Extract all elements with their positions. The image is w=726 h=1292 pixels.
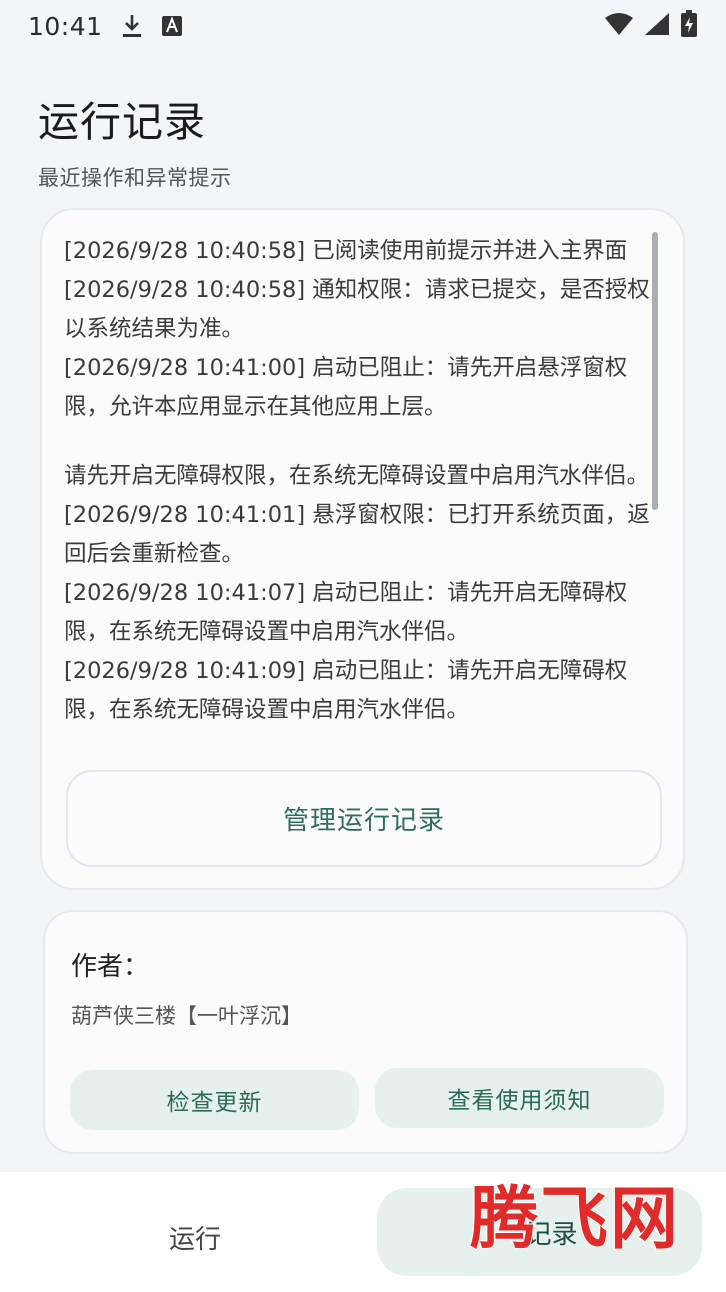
wifi-icon [604,12,634,40]
log-line: [2026/9/28 10:41:00] 启动已阻止：请先开启悬浮窗权限，允许本… [64,355,628,420]
log-line-blank [64,427,664,457]
log-scrollbar[interactable] [652,232,658,510]
signal-icon [644,12,670,40]
nav-tab-run-label: 运行 [168,1224,221,1255]
text-a-icon [161,15,183,37]
page-header: 运行记录 最近操作和异常提示 [38,88,232,192]
author-card: 作者： 葫芦侠三楼【一叶浮沉】 检查更新 查看使用须知 [43,910,688,1154]
manage-log-button[interactable]: 管理运行记录 [66,770,662,867]
battery-charging-icon [680,10,698,42]
status-time: 10:41 [28,11,103,41]
view-notice-button[interactable]: 查看使用须知 [375,1068,664,1128]
download-icon [121,13,143,39]
log-line: [2026/9/28 10:41:01] 悬浮窗权限：已打开系统页面，返回后会重… [64,502,650,567]
log-line: 请先开启无障碍权限，在系统无障碍设置中启用汽水伴侣。 [64,463,650,489]
watermark-logo: 腾飞网 [469,1178,681,1260]
page-title: 运行记录 [38,98,206,146]
log-line: [2026/9/28 10:41:09] 启动已阻止：请先开启无障碍权限，在系统… [64,658,628,723]
status-bar: 10:41 [0,0,726,52]
check-update-button[interactable]: 检查更新 [70,1070,359,1130]
log-line: [2026/9/28 10:41:07] 启动已阻止：请先开启无障碍权限，在系统… [64,580,628,645]
log-line: [2026/9/28 10:40:58] 已阅读使用前提示并进入主界面 [64,238,628,264]
author-label: 作者： [71,952,150,982]
log-list[interactable]: [2026/9/28 10:40:58] 已阅读使用前提示并进入主界面 [202… [64,232,664,762]
author-name: 葫芦侠三楼【一叶浮沉】 [71,1004,302,1028]
log-card: [2026/9/28 10:40:58] 已阅读使用前提示并进入主界面 [202… [40,208,685,890]
nav-tab-run[interactable]: 运行 [115,1202,275,1272]
log-line: [2026/9/28 10:40:58] 通知权限：请求已提交，是否授权以系统结… [64,277,650,342]
page-subtitle: 最近操作和异常提示 [38,166,232,190]
